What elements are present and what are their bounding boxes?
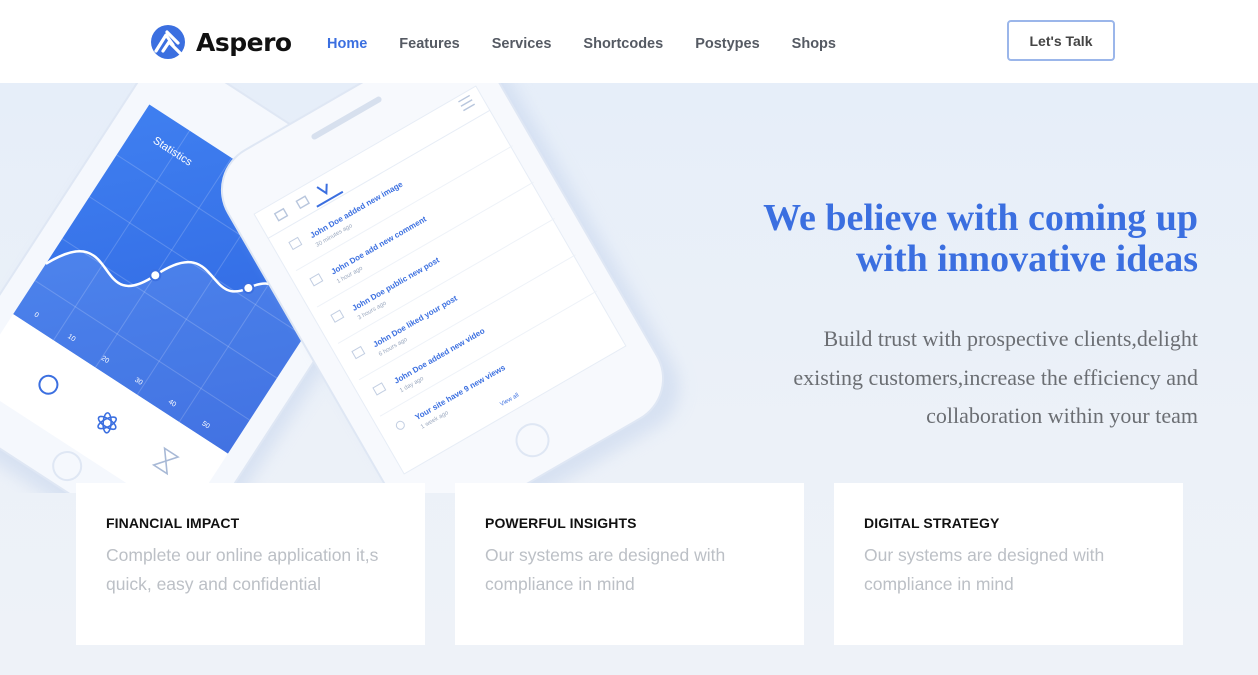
hero-headline-line-2: with innovative ideas xyxy=(855,238,1198,280)
brand-logo[interactable]: Aspero xyxy=(150,24,292,60)
card-text-line-2: quick, easy and confidential xyxy=(106,574,321,594)
card-text-line-1: Our systems are designed with xyxy=(485,545,726,565)
hero-subtext-line-3: collaboration within your team xyxy=(926,403,1198,428)
card-text-line-2: compliance in mind xyxy=(864,574,1014,594)
card-text: Our systems are designed with compliance… xyxy=(864,541,1153,599)
hero-headline: We believe with coming up with innovativ… xyxy=(638,198,1198,280)
card-text-line-1: Complete our online application it,s xyxy=(106,545,379,565)
card-title: POWERFUL INSIGHTS xyxy=(485,515,637,531)
hero-subtext-line-2: existing customers,increase the efficien… xyxy=(793,364,1198,390)
main-nav: Home Features Services Shortcodes Postyp… xyxy=(327,36,868,52)
nav-item-home[interactable]: Home xyxy=(327,36,367,52)
feature-card-powerful-insights: POWERFUL INSIGHTS Our systems are design… xyxy=(455,483,804,645)
brand-name: Aspero xyxy=(196,27,292,57)
card-title: FINANCIAL IMPACT xyxy=(106,515,240,531)
card-text: Our systems are designed with compliance… xyxy=(485,541,774,599)
card-text-line-1: Our systems are designed with xyxy=(864,545,1105,565)
site-header: Aspero Home Features Services Shortcodes… xyxy=(0,0,1258,83)
card-text-line-2: compliance in mind xyxy=(485,574,635,594)
phones-mockup-image: Statistics 0 10 20 30 40 50 John Doe add… xyxy=(0,83,680,493)
lets-talk-button[interactable]: Let's Talk xyxy=(1007,20,1115,61)
nav-item-features[interactable]: Features xyxy=(399,36,459,52)
feature-card-digital-strategy: DIGITAL STRATEGY Our systems are designe… xyxy=(834,483,1183,645)
hero-subtext: Build trust with prospective clients,del… xyxy=(728,320,1198,436)
nav-item-shops[interactable]: Shops xyxy=(792,36,836,52)
hero-headline-line-1: We believe with coming up xyxy=(763,197,1198,239)
nav-item-shortcodes[interactable]: Shortcodes xyxy=(583,36,663,52)
hero-subtext-line-1: Build trust with prospective clients,del… xyxy=(823,326,1198,351)
nav-item-services[interactable]: Services xyxy=(492,36,552,52)
feature-card-financial-impact: FINANCIAL IMPACT Complete our online app… xyxy=(76,483,425,645)
card-text: Complete our online application it,s qui… xyxy=(106,541,395,599)
nav-item-postypes[interactable]: Postypes xyxy=(695,36,759,52)
phones-illustration: Statistics 0 10 20 30 40 50 John Doe add… xyxy=(0,83,700,493)
card-title: DIGITAL STRATEGY xyxy=(864,515,1000,531)
aspero-logo-icon xyxy=(151,25,185,59)
